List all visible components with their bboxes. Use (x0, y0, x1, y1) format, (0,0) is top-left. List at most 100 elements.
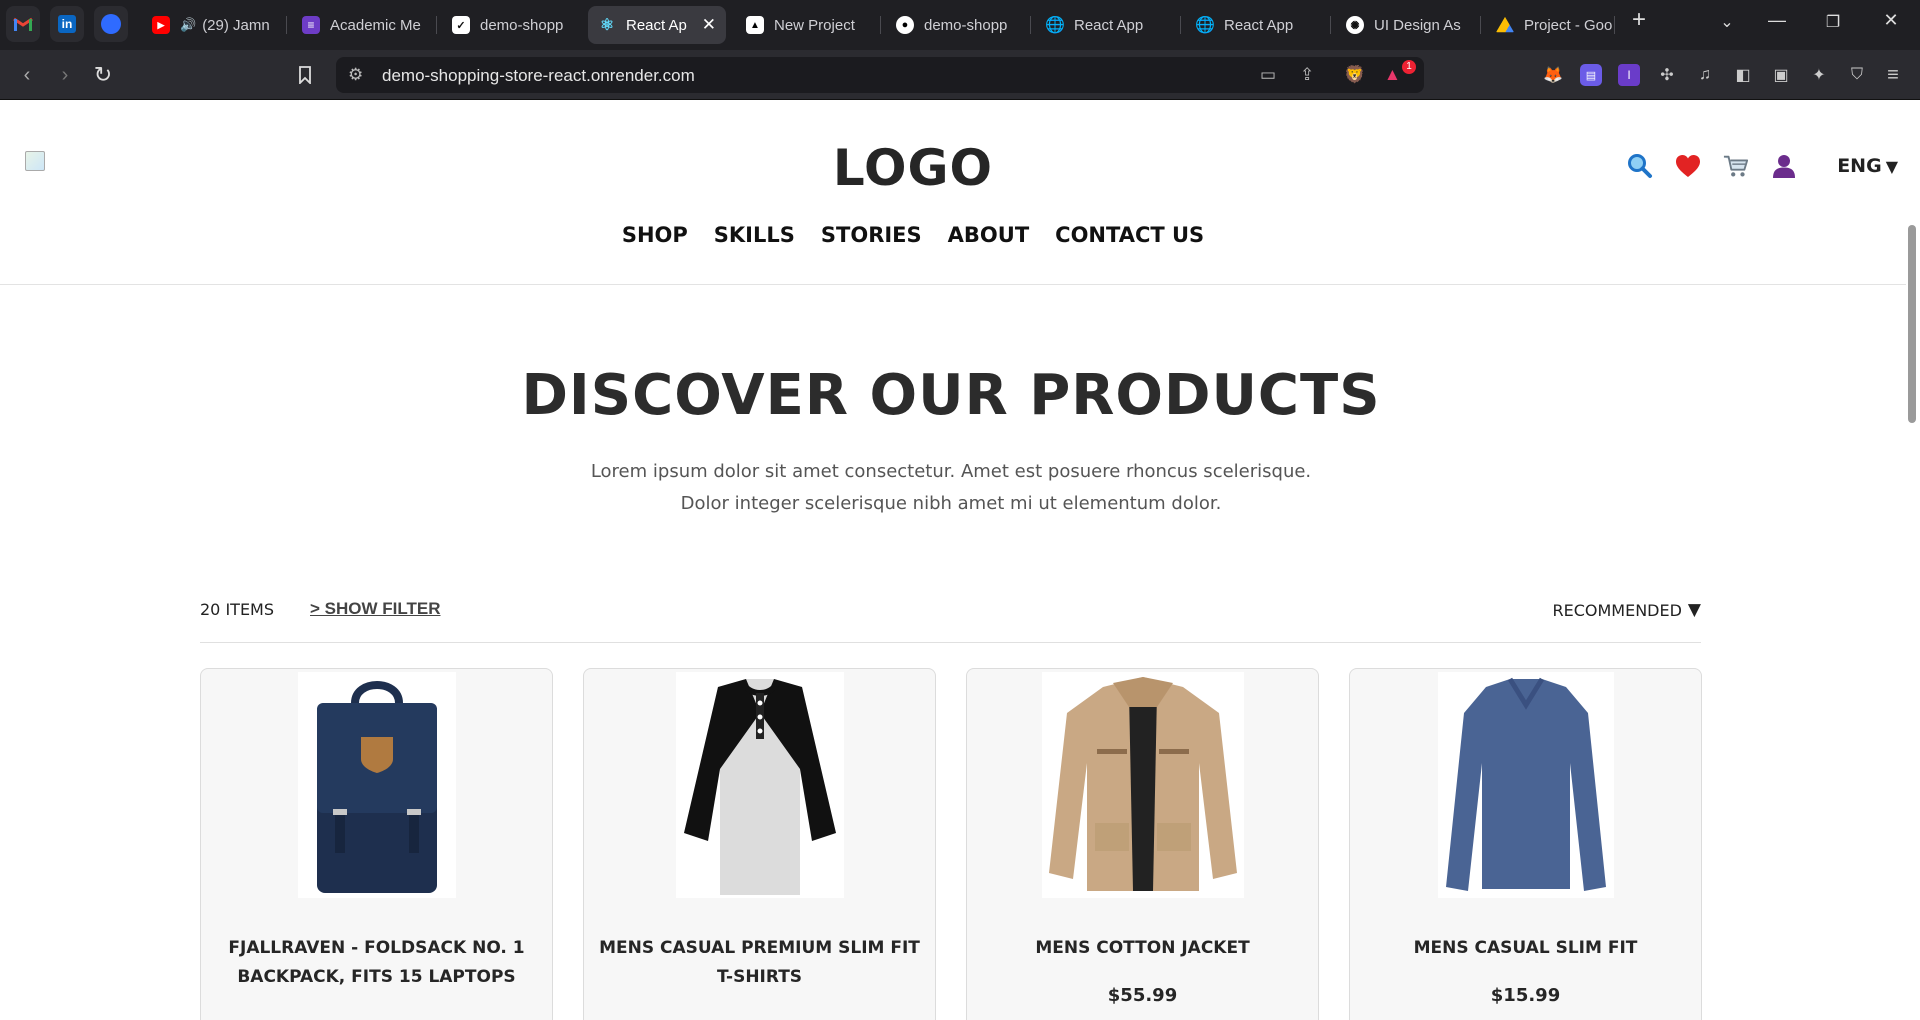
language-label: ENG (1837, 155, 1882, 177)
product-image-area (1350, 672, 1701, 898)
forward-button[interactable]: › (52, 62, 78, 88)
page-scrollbar[interactable] (1908, 225, 1916, 423)
address-bar[interactable]: ⚙ demo-shopping-store-react.onrender.com… (336, 57, 1424, 93)
youtube-icon: ▶ (152, 16, 170, 34)
caret-down-icon: ▼ (1885, 156, 1898, 176)
extension-icon[interactable]: I (1618, 64, 1640, 86)
new-tab-button[interactable]: + (1624, 6, 1654, 34)
product-name: FJALLRAVEN - FOLDSACK NO. 1 BACKPACK, FI… (228, 938, 525, 987)
extension-icon[interactable]: ▤ (1580, 64, 1602, 86)
backpack-image[interactable] (297, 672, 456, 898)
show-filter-link[interactable]: > SHOW FILTER (310, 599, 441, 619)
nav-shop[interactable]: SHOP (622, 223, 688, 247)
tab-academic[interactable]: ≡ Academic Me (292, 6, 432, 44)
site-logo[interactable]: LOGO (0, 139, 1826, 197)
close-tab-icon[interactable]: ✕ (696, 15, 716, 35)
blue-circle-app-icon (101, 14, 121, 34)
site-info-icon[interactable]: ⚙ (348, 65, 363, 85)
sort-dropdown[interactable]: RECOMMENDED ▼ (1552, 600, 1701, 620)
globe-icon: 🌐 (1045, 17, 1065, 34)
items-count: 20 ITEMS (200, 600, 275, 619)
product-image-area (967, 672, 1318, 898)
filter-bar: 20 ITEMS > SHOW FILTER RECOMMENDED ▼ (200, 599, 1701, 636)
tab-vercel[interactable]: ▲ New Project (736, 6, 876, 44)
reload-button[interactable]: ↻ (90, 62, 116, 88)
hero-subtitle-line: Lorem ipsum dolor sit amet consectetur. … (590, 461, 1312, 482)
tab-separator (1480, 16, 1481, 34)
web-page: LOGO ENG ▼ SHOP SKILLS STORIES ABOUT CON… (0, 101, 1920, 1020)
app-pinned-tab[interactable] (94, 6, 128, 42)
language-selector[interactable]: ENG ▼ (1837, 155, 1898, 177)
cart-icon[interactable] (1723, 153, 1749, 179)
media-music-icon[interactable]: ♫ (1694, 64, 1716, 86)
install-app-icon[interactable]: ▭ (1260, 65, 1276, 85)
user-icon[interactable] (1771, 153, 1797, 179)
tab-github[interactable]: ● demo-shopp (886, 6, 1026, 44)
heart-icon[interactable] (1675, 153, 1701, 179)
main-navigation: SHOP SKILLS STORIES ABOUT CONTACT US (0, 223, 1826, 247)
linkedin-icon: in (58, 15, 76, 33)
tab-google-drive[interactable]: Project - Goo (1486, 6, 1626, 44)
hero-subtitle-line: Dolor integer scelerisque nibh amet mi u… (680, 493, 1222, 514)
brave-shields-icon[interactable]: 🦁 (1344, 65, 1365, 85)
caret-down-icon: ▼ (1687, 600, 1701, 620)
product-image-area (584, 672, 935, 898)
product-grid: FJALLRAVEN - FOLDSACK NO. 1 BACKPACK, FI… (200, 668, 1702, 1020)
search-icon[interactable] (1627, 153, 1653, 179)
nav-contact-us[interactable]: CONTACT US (1055, 223, 1204, 247)
gmail-icon (13, 17, 33, 31)
notification-badge: 1 (1402, 60, 1416, 74)
nav-stories[interactable]: STORIES (821, 223, 922, 247)
product-card[interactable]: MENS CASUAL SLIM FIT $15.99 (1349, 668, 1702, 1020)
minimize-button[interactable]: — (1762, 10, 1792, 31)
gmail-pinned-tab[interactable] (6, 6, 40, 42)
product-card[interactable]: MENS CASUAL PREMIUM SLIM FIT T-SHIRTS (583, 668, 936, 1020)
longsleeve-shirt-image[interactable] (1437, 672, 1614, 898)
extensions-puzzle-icon[interactable]: ✣ (1656, 64, 1678, 86)
openai-icon: ✺ (1346, 16, 1364, 34)
linkedin-pinned-tab[interactable]: in (50, 6, 84, 42)
tab-separator (1614, 16, 1615, 34)
drive-icon (1496, 16, 1514, 33)
speaker-icon[interactable]: 🔊 (180, 17, 196, 33)
tab-separator (1030, 16, 1031, 34)
url-text[interactable]: demo-shopping-store-react.onrender.com (382, 66, 695, 86)
tab-separator (880, 16, 881, 34)
tab-react-app-2[interactable]: 🌐 React App (1186, 6, 1326, 44)
raglan-shirt-image[interactable] (675, 672, 844, 898)
product-card[interactable]: FJALLRAVEN - FOLDSACK NO. 1 BACKPACK, FI… (200, 668, 553, 1020)
product-name: MENS COTTON JACKET (1035, 938, 1250, 958)
bookmark-icon[interactable] (292, 62, 318, 88)
filter-divider (200, 642, 1701, 643)
tab-youtube[interactable]: ▶ 🔊 (29) Jamn (142, 6, 282, 44)
tab-render[interactable]: ✓ demo-shopp (442, 6, 582, 44)
product-card[interactable]: MENS COTTON JACKET $55.99 (966, 668, 1319, 1020)
share-icon[interactable]: ⇪ (1300, 65, 1314, 85)
nav-about[interactable]: ABOUT (948, 223, 1030, 247)
tab-react-active[interactable]: ⚛ React Ap ✕ (588, 6, 726, 44)
leo-ai-icon[interactable]: ✦ (1808, 64, 1830, 86)
menu-icon[interactable]: ≡ (1882, 64, 1904, 86)
restore-button[interactable]: ❐ (1818, 12, 1848, 32)
product-price: $55.99 (1107, 985, 1178, 1006)
tab-list-chevron-icon[interactable]: ⌄ (1712, 12, 1742, 32)
hero-title: DISCOVER OUR PRODUCTS (521, 363, 1381, 428)
vercel-icon: ▲ (746, 16, 764, 34)
wallet-icon[interactable]: ▣ (1770, 64, 1792, 86)
close-window-button[interactable]: ✕ (1876, 10, 1906, 31)
brave-rewards-icon[interactable]: ▲ (1384, 65, 1401, 85)
product-image-area (201, 672, 552, 898)
metamask-extension-icon[interactable]: 🦊 (1542, 64, 1564, 86)
nav-skills[interactable]: SKILLS (714, 223, 795, 247)
jacket-image[interactable] (1041, 672, 1244, 898)
tab-react-app-1[interactable]: 🌐 React App (1036, 6, 1176, 44)
back-button[interactable]: ‹ (14, 62, 40, 88)
github-icon: ● (896, 16, 914, 34)
tab-separator (436, 16, 437, 34)
render-icon: ✓ (452, 16, 470, 34)
tab-chatgpt[interactable]: ✺ UI Design As (1336, 6, 1476, 44)
vpn-shield-icon[interactable]: ⛉ (1846, 64, 1868, 86)
sidebar-toggle-icon[interactable]: ◧ (1732, 64, 1754, 86)
browser-tab-bar: in ▶ 🔊 (29) Jamn ≡ Academic Me ✓ demo-sh… (0, 0, 1920, 50)
product-name: MENS CASUAL PREMIUM SLIM FIT T-SHIRTS (599, 938, 920, 987)
